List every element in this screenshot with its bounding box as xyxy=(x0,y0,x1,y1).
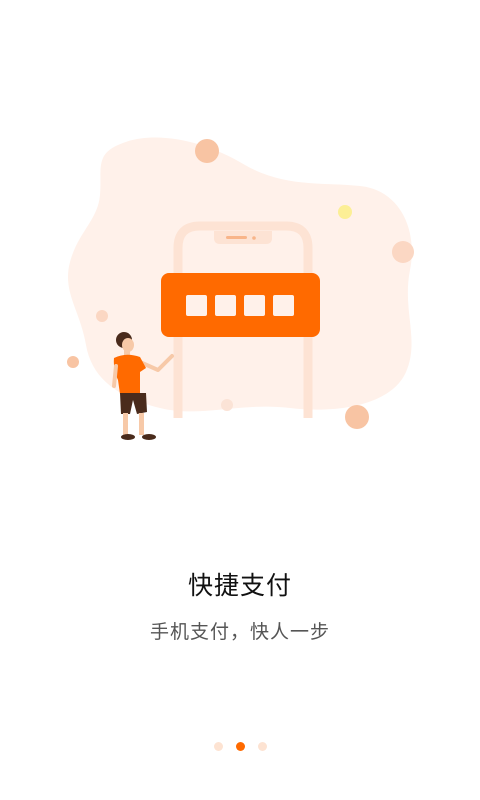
deco-circle-top xyxy=(195,139,219,163)
phone-camera xyxy=(252,236,256,240)
deco-circle-bottom-right xyxy=(345,405,369,429)
password-box-1 xyxy=(186,295,207,316)
page-dot-2-active[interactable] xyxy=(235,741,245,751)
password-box-4 xyxy=(273,295,294,316)
phone-speaker xyxy=(226,236,247,239)
payment-illustration xyxy=(67,137,414,440)
password-box-3 xyxy=(244,295,265,316)
onboarding-subtitle: 手机支付，快人一步 xyxy=(149,621,330,643)
onboarding-screen: 快捷支付 手机支付，快人一步 xyxy=(0,0,480,800)
onboarding-title: 快捷支付 xyxy=(187,571,292,600)
deco-circle-left-small xyxy=(96,310,108,322)
deco-circle-right xyxy=(392,241,414,263)
deco-circle-bottom-small xyxy=(221,399,233,411)
page-dot-3[interactable] xyxy=(257,741,267,751)
deco-circle-yellow xyxy=(338,205,352,219)
password-box-2 xyxy=(215,295,236,316)
page-indicator[interactable] xyxy=(0,740,480,752)
page-dot-1[interactable] xyxy=(213,741,223,751)
password-card xyxy=(161,273,320,337)
deco-circle-left xyxy=(67,356,79,368)
